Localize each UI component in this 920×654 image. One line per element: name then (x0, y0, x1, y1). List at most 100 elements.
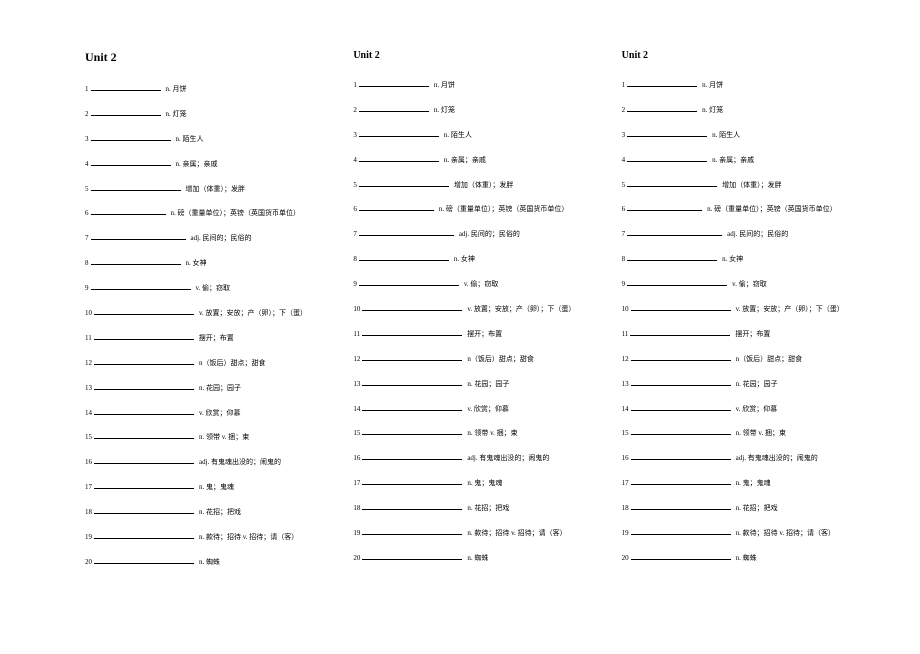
fill-blank[interactable] (631, 303, 731, 311)
fill-blank[interactable] (91, 232, 186, 240)
fill-blank[interactable] (91, 257, 181, 265)
fill-blank[interactable] (362, 502, 462, 510)
fill-blank[interactable] (91, 207, 166, 215)
unit-title: Unit 2 (622, 50, 860, 61)
vocab-item-row: 10v. 放置；安放；产（卵）；下（蛋） (622, 303, 860, 313)
fill-blank[interactable] (362, 328, 462, 336)
fill-blank[interactable] (94, 481, 194, 489)
fill-blank[interactable] (631, 353, 731, 361)
fill-blank[interactable] (91, 108, 161, 116)
fill-blank[interactable] (94, 531, 194, 539)
fill-blank[interactable] (627, 253, 717, 261)
vocab-item-row: 16adj. 有鬼魂出没的；闹鬼的 (85, 456, 323, 466)
fill-blank[interactable] (362, 452, 462, 460)
item-definition: n. 鬼；鬼魂 (736, 479, 771, 487)
item-number: 4 (353, 156, 357, 164)
item-number: 17 (353, 479, 360, 487)
fill-blank[interactable] (94, 407, 194, 415)
fill-blank[interactable] (359, 179, 449, 187)
fill-blank[interactable] (631, 552, 731, 560)
item-definition: n. 花招；把戏 (199, 508, 241, 516)
item-definition: v. 偷；窃取 (732, 280, 767, 288)
vocab-item-row: 6n. 磅（重量单位）；英镑（英国货币单位） (622, 203, 860, 213)
fill-blank[interactable] (94, 556, 194, 564)
item-number: 16 (85, 458, 92, 466)
fill-blank[interactable] (627, 129, 707, 137)
item-number: 13 (85, 384, 92, 392)
fill-blank[interactable] (631, 378, 731, 386)
vocab-item-row: 7adj. 民间的；民俗的 (353, 228, 591, 238)
fill-blank[interactable] (359, 104, 429, 112)
item-definition: 增加（体重）；发胖 (186, 185, 246, 193)
item-number: 13 (353, 380, 360, 388)
item-definition: n. 款待；招待 v. 招待；请（客） (736, 529, 835, 537)
item-definition: n. 领带 v. 捆；束 (467, 429, 517, 437)
item-number: 20 (85, 558, 92, 566)
fill-blank[interactable] (94, 357, 194, 365)
fill-blank[interactable] (91, 158, 171, 166)
fill-blank[interactable] (362, 403, 462, 411)
fill-blank[interactable] (91, 282, 191, 290)
fill-blank[interactable] (359, 228, 454, 236)
fill-blank[interactable] (627, 79, 697, 87)
fill-blank[interactable] (359, 129, 439, 137)
fill-blank[interactable] (631, 527, 731, 535)
fill-blank[interactable] (359, 203, 434, 211)
vocab-item-row: 3n. 陌生人 (85, 133, 323, 143)
fill-blank[interactable] (627, 104, 697, 112)
fill-blank[interactable] (362, 477, 462, 485)
unit-title: Unit 2 (353, 50, 591, 61)
fill-blank[interactable] (91, 133, 171, 141)
fill-blank[interactable] (91, 83, 161, 91)
item-number: 17 (622, 479, 629, 487)
vocab-item-row: 19n. 款待；招待 v. 招待；请（客） (353, 527, 591, 537)
fill-blank[interactable] (627, 179, 717, 187)
fill-blank[interactable] (627, 228, 722, 236)
fill-blank[interactable] (362, 353, 462, 361)
fill-blank[interactable] (627, 154, 707, 162)
vocab-item-row: 20n. 蜘蛛 (353, 552, 591, 562)
vocab-item-row: 16adj. 有鬼魂出没的；闹鬼的 (622, 452, 860, 462)
item-definition: n. 款待；招待 v. 招待；请（客） (467, 529, 566, 537)
fill-blank[interactable] (627, 278, 727, 286)
fill-blank[interactable] (94, 456, 194, 464)
fill-blank[interactable] (631, 502, 731, 510)
vocab-item-row: 10v. 放置；安放；产（卵）；下（蛋） (353, 303, 591, 313)
item-number: 15 (85, 433, 92, 441)
vocab-item-row: 1n. 月饼 (85, 83, 323, 93)
fill-blank[interactable] (94, 307, 194, 315)
fill-blank[interactable] (631, 452, 731, 460)
fill-blank[interactable] (362, 552, 462, 560)
vocab-item-row: 8n. 女神 (622, 253, 860, 263)
item-number: 3 (85, 135, 89, 143)
item-number: 4 (85, 160, 89, 168)
fill-blank[interactable] (630, 328, 730, 336)
item-definition: 增加（体重）；发胖 (454, 181, 514, 189)
fill-blank[interactable] (94, 506, 194, 514)
item-number: 8 (353, 255, 357, 263)
fill-blank[interactable] (362, 303, 462, 311)
fill-blank[interactable] (94, 332, 194, 340)
worksheet-column: Unit 21n. 月饼2n. 灯笼3n. 陌生人4n. 亲属；亲戚5增加（体重… (622, 50, 860, 624)
fill-blank[interactable] (627, 203, 702, 211)
fill-blank[interactable] (631, 477, 731, 485)
fill-blank[interactable] (631, 427, 731, 435)
fill-blank[interactable] (359, 278, 459, 286)
item-definition: n（饭后）甜点；甜食 (199, 359, 266, 367)
fill-blank[interactable] (359, 253, 449, 261)
fill-blank[interactable] (359, 154, 439, 162)
vocab-item-row: 12n（饭后）甜点；甜食 (622, 353, 860, 363)
item-definition: v. 欣赏；仰慕 (467, 405, 509, 413)
fill-blank[interactable] (362, 378, 462, 386)
fill-blank[interactable] (631, 403, 731, 411)
vocab-item-row: 18n. 花招；把戏 (353, 502, 591, 512)
fill-blank[interactable] (362, 427, 462, 435)
fill-blank[interactable] (362, 527, 462, 535)
fill-blank[interactable] (359, 79, 429, 87)
fill-blank[interactable] (91, 183, 181, 191)
item-definition: n（饭后）甜点；甜食 (736, 355, 803, 363)
fill-blank[interactable] (94, 382, 194, 390)
item-number: 20 (622, 554, 629, 562)
item-number: 18 (85, 508, 92, 516)
fill-blank[interactable] (94, 431, 194, 439)
